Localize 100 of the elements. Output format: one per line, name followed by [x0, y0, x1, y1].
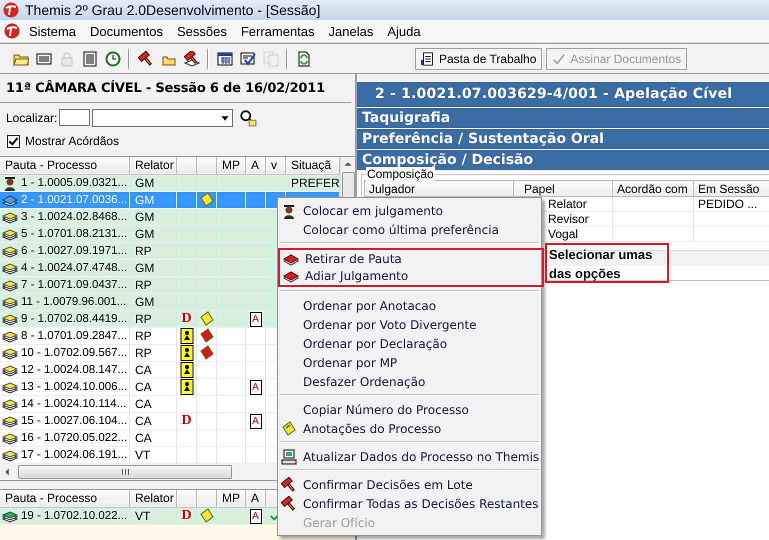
person-icon: [2, 175, 18, 191]
table-cell: CA: [135, 397, 152, 411]
divergence-mark: D: [181, 311, 192, 327]
document-icon: [421, 52, 435, 66]
table-cell: 5 - 1.0701.08.2131...: [21, 228, 128, 240]
table-cell: 2 - 1.0021.07.0036...: [21, 194, 128, 206]
table-cell: Revisor: [548, 212, 589, 226]
table-cell: 4 - 1.0024.07.4748...: [21, 262, 128, 274]
callout-text: Selecionar umas das opções: [549, 246, 654, 283]
table-cell: RP: [135, 278, 152, 292]
annotation-mark: A: [250, 380, 262, 394]
table-cell: VT: [135, 448, 150, 462]
search-combo[interactable]: [92, 108, 234, 126]
table-cell: GM: [135, 176, 154, 190]
divergence-mark: D: [181, 413, 192, 429]
column-header[interactable]: MP: [217, 490, 246, 507]
section-bar[interactable]: Composição / Decisão: [357, 150, 769, 170]
table-cell: 15 - 1.0027.06.104...: [21, 415, 128, 427]
window-title: Themis 2º Grau 2.0Desenvolvimento - [Sessão]: [25, 2, 320, 18]
annotation-mark: A: [250, 312, 262, 326]
session-title: 11ª CÂMARA CÍVEL - Sessão 6 de 16/02/2011: [0, 74, 351, 103]
table-cell: 1 - 1.0005.09.0321...: [21, 177, 128, 189]
annotation-mark: A: [250, 508, 262, 524]
gavel-icon: [281, 476, 297, 492]
list-icon[interactable]: [82, 50, 98, 66]
menu-item[interactable]: Sessões: [170, 22, 234, 40]
search-field[interactable]: [59, 109, 90, 126]
table-cell: Relator: [548, 197, 587, 211]
table-cell: CA: [135, 380, 152, 394]
table-cell: 17 - 1.0024.06.191...: [21, 449, 128, 461]
logo-icon: [3, 2, 19, 18]
menu-item[interactable]: Sistema: [22, 22, 83, 40]
table-cell: RP: [135, 346, 152, 360]
table-cell: VT: [135, 509, 150, 523]
divergence-mark: D: [181, 508, 192, 524]
table-cell: 19 - 1.0702.10.022...: [21, 510, 128, 522]
menu-item[interactable]: Confirmar Decisões em Lote: [278, 475, 541, 494]
gavel-icon: [281, 496, 297, 512]
table-cell: GM: [135, 193, 154, 207]
column-header[interactable]: Em Sessão: [694, 180, 769, 196]
table-cell: 11 - 1.0079.96.001...: [21, 296, 126, 308]
column-header[interactable]: Acordão com: [612, 180, 694, 196]
menu-item[interactable]: Ajuda: [380, 22, 428, 40]
table-cell: 14 - 1.0024.10.114...: [21, 398, 126, 410]
table-cell: GM: [135, 210, 154, 224]
column-header[interactable]: MP: [217, 157, 246, 174]
refresh-icon[interactable]: [296, 50, 312, 66]
table-cell: GM: [135, 261, 154, 275]
gavel-icon[interactable]: [138, 50, 154, 66]
table-cell: GM: [135, 227, 154, 241]
table-cell: RP: [135, 329, 152, 343]
checklist-icon[interactable]: [240, 50, 256, 66]
section-bar[interactable]: Taquigrafia: [357, 108, 769, 128]
gavel-icon[interactable]: [184, 50, 200, 66]
table-cell: 16 - 1.0720.05.022...: [21, 432, 128, 444]
column-header[interactable]: v: [266, 157, 286, 174]
table-cell: PREFER: [291, 176, 340, 190]
scroll-thumb[interactable]: [18, 465, 232, 479]
table-cell: CA: [135, 414, 152, 428]
computer-icon: [281, 448, 297, 464]
table-cell: RP: [135, 244, 152, 258]
table-cell: 6 - 1.0027.09.1971...: [21, 245, 128, 257]
table-cell: CA: [135, 431, 152, 445]
checkbox[interactable]: [7, 134, 20, 148]
person-icon: [281, 202, 297, 218]
table-cell: 10 - 1.0702.09.567...: [21, 347, 128, 359]
column-header[interactable]: Pauta - Processo: [0, 490, 130, 507]
table-cell: 12 - 1.0024.08.147...: [21, 364, 128, 376]
note-icon: [281, 420, 297, 436]
search-label: Localizar:: [6, 110, 58, 124]
column-header[interactable]: Relator: [130, 490, 177, 507]
process-header: 2 - 1.0021.07.003629-4/001 - Apelação Cível: [357, 82, 769, 107]
card-icon[interactable]: [36, 50, 52, 66]
table-cell: 13 - 1.0024.10.006...: [21, 381, 128, 393]
column-header[interactable]: Pauta - Processo: [0, 157, 130, 174]
table-cell: 8 - 1.0701.09.2847...: [21, 330, 128, 342]
checkbox-label: Mostrar Acórdãos: [25, 134, 120, 148]
table-row[interactable]: 1 - 1.0005.09.0321... GM PREFER: [0, 175, 340, 192]
menu-item[interactable]: Ferramentas: [234, 22, 322, 40]
table-cell: 9 - 1.0702.08.4419...: [21, 313, 128, 325]
table-cell: 3 - 1.0024.02.8468...: [21, 211, 128, 223]
calendar-icon[interactable]: [216, 50, 232, 66]
group-label: Composição: [366, 167, 435, 181]
column-header[interactable]: Papel: [514, 180, 612, 196]
column-header[interactable]: A: [246, 490, 266, 507]
search-icon[interactable]: [239, 108, 258, 126]
table-cell: RP: [135, 312, 152, 326]
table-cell: 7 - 1.0071.09.0437...: [21, 279, 128, 291]
table-cell: GM: [135, 295, 154, 309]
column-header[interactable]: Julgador: [364, 180, 514, 196]
column-header[interactable]: Relator: [130, 157, 177, 174]
table-cell: Vogal: [548, 227, 578, 241]
menu-item[interactable]: Janelas: [322, 22, 380, 40]
logo-icon[interactable]: [4, 23, 20, 39]
clock-icon[interactable]: [104, 50, 120, 66]
table-cell: PEDIDO ...: [698, 197, 758, 211]
workspace-button[interactable]: Pasta de Trabalho: [415, 48, 542, 70]
menu-item[interactable]: Documentos: [82, 22, 170, 40]
section-bar[interactable]: Preferência / Sustentação Oral: [357, 129, 769, 149]
column-header[interactable]: A: [246, 157, 266, 174]
